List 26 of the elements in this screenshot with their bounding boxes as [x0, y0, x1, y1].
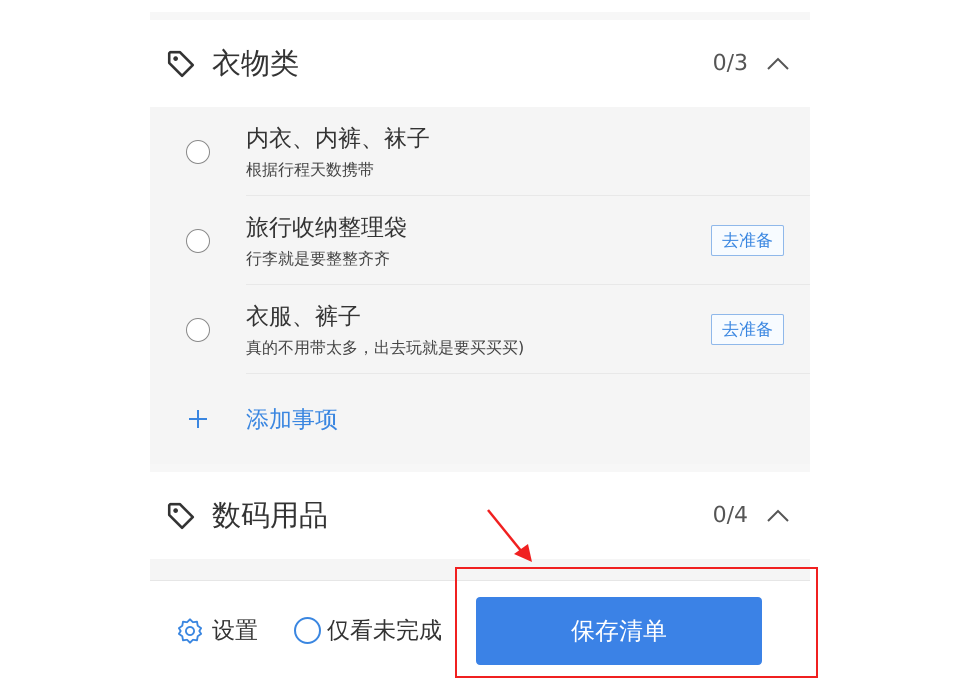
plus-icon[interactable]: [188, 409, 208, 429]
item-note: 行李就是要整整齐齐: [246, 248, 391, 270]
filter-radio[interactable]: [294, 617, 321, 644]
prepare-button[interactable]: 去准备: [711, 314, 784, 345]
item-note: 根据行程天数携带: [246, 160, 375, 180]
item-name: 旅行收纳整理袋: [246, 214, 408, 242]
settings-label[interactable]: 设置: [212, 615, 258, 646]
progress-count: 0/3: [712, 51, 748, 76]
checkbox[interactable]: [186, 318, 210, 342]
item-name: 衣服、裤子: [246, 302, 362, 332]
filter-label[interactable]: 仅看未完成: [327, 615, 442, 646]
save-button[interactable]: 保存清单: [476, 596, 762, 664]
item-name: 内衣、内裤、袜子: [246, 124, 431, 154]
chevron-icon[interactable]: [766, 56, 790, 70]
section-title: 衣物类: [212, 44, 300, 82]
tag-icon: [166, 500, 196, 530]
checkbox[interactable]: [186, 140, 210, 164]
checkbox[interactable]: [186, 228, 210, 252]
add-item-link[interactable]: 添加事项: [246, 404, 338, 434]
settings-icon[interactable]: [176, 616, 204, 644]
chevron-icon[interactable]: [766, 508, 790, 522]
section-title: 数码用品: [212, 496, 329, 534]
item-note: 真的不用带太多，出去玩就是要买买买): [246, 338, 526, 358]
progress-count: 0/4: [712, 503, 748, 528]
tag-icon: [166, 48, 196, 78]
prepare-button[interactable]: 去准备: [711, 225, 784, 256]
